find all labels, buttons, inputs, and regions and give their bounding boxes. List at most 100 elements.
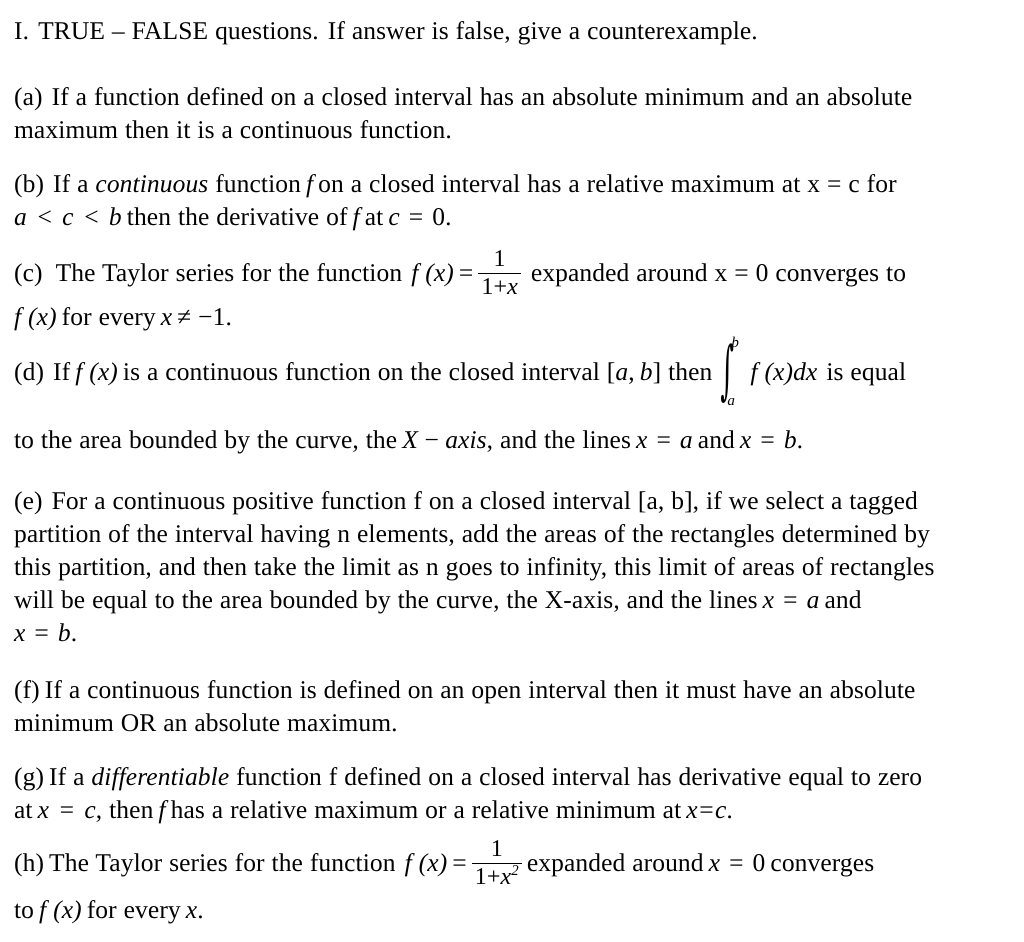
item-b-line2-mid: then the derivative of [126,202,348,231]
item-d-var-a: a [679,425,693,454]
item-b-function-symbol: f [305,169,314,198]
item-h-period: . [197,895,204,924]
item-d-equals-2: = [760,425,775,454]
item-e-equals-2: = [34,618,49,647]
item-c-line2-mid: for every [61,302,156,331]
item-h-var-x: x [708,847,721,877]
item-d-X: X [402,425,418,454]
item-g-x-equals-c: x=c [686,795,727,824]
item-g-period: . [726,795,733,824]
item-b-var-a: a [14,202,27,231]
integral-lower-limit: a [727,393,735,410]
item-d-if: If [53,357,71,386]
item-g-at: at [14,795,33,824]
item-e-var-a: a [806,585,820,614]
item-d-var-x-2: x [739,425,752,454]
item-f-line2: minimum OR an absolute maximum. [14,708,398,737]
fraction-one-over-one-plus-x-squared: 1 1+x2 [471,836,523,891]
item-e-var-b: b [57,618,71,647]
item-g-line2-mid: , then [95,795,154,824]
item-e-line4-pre: will be equal to the area bounded by the… [14,585,758,614]
item-e-var-x-1: x [762,585,775,614]
fraction-one-over-one-plus-x: 1 1+x [477,246,522,301]
item-c-fx-2: f (x) [14,302,57,331]
item-c-fx: f (x) [411,257,454,287]
item-d-fx: f (x) [75,357,118,386]
item-h-line2-mid: for every [86,895,181,924]
item-d-line2-pre: to the area bounded by the curve, the [14,425,398,454]
item-h-line1-post: converges [770,847,875,877]
item-b-var-c-2: c [388,202,400,231]
question-item-h-line2: to f (x) for every x. [14,893,1010,926]
item-label-e: (e) [14,486,43,515]
item-h-fx: f (x) [404,847,448,877]
item-label-g: (g) [14,762,45,791]
item-d-then: ] then [652,357,713,386]
item-d-line1-post: is equal [826,357,907,386]
item-g-equals: = [58,795,76,824]
item-e-line3: this partition, and then take the limit … [14,552,935,581]
item-b-line1-pre: If a [53,169,89,198]
item-d-period: . [796,425,804,454]
item-h-line2-pre: to [14,895,35,924]
item-d-line1-mid: is a continuous function on the closed i… [122,357,616,386]
item-h-var-x-2: x [185,895,198,924]
exponent-two: 2 [511,863,519,880]
question-item-c-line2: f (x) for every x ≠ −1. [14,300,1010,333]
item-e-line2: partition of the interval having n eleme… [14,519,930,548]
item-d-minus: − [422,425,441,454]
item-label-d: (d) [14,357,45,386]
item-b-equals: = [408,202,424,231]
question-item-c-line1: (c) The Taylor series for the function f (… [14,246,1010,302]
item-h-equals: = [452,847,467,877]
fraction-denominator: 1+x2 [474,863,519,891]
item-g-line1-post: function f defined on a closed interval … [236,762,923,791]
item-e-and: and [824,585,862,614]
item-d-equals-1: = [656,425,671,454]
item-b-lt-1: < [35,202,54,231]
item-d-line2-mid: , and the lines [486,425,632,454]
item-c-not-equal-minus-one: ≠ −1. [177,302,232,331]
item-g-line1-pre: If a [49,762,85,791]
heading-numeral: I. [14,16,30,45]
item-b-emphasis: continuous [95,169,209,198]
item-d-comma: , [628,357,635,386]
item-g-var-c: c [84,795,96,824]
question-item-a: (a) If a function defined on a closed int… [14,80,1010,146]
fraction-denominator: 1+x [481,274,518,301]
heading-text-continued: If answer is false, give a counterexampl… [327,16,758,45]
question-item-f: (f) If a continuous function is defined o… [14,673,1010,739]
item-g-function-symbol: f [158,795,166,824]
integrand: f (x)dx [750,357,818,386]
question-item-h-line1: (h) The Taylor series for the function f (… [14,836,1010,892]
item-e-var-x-2: x [14,618,26,647]
item-d-interval-b: b [639,357,653,386]
item-g-var-x: x [37,795,50,824]
item-h-line1-mid: expanded around [526,847,704,877]
item-c-line1-pre: The Taylor series for the function [55,257,403,287]
item-a-line2: maximum then it is a continuous function… [14,115,452,144]
item-label-h: (h) [14,847,45,877]
item-h-line1-pre: The Taylor series for the function [49,847,396,877]
item-c-line1-post: expanded around x = 0 converges to [530,257,907,287]
item-f-line1: If a continuous function is defined on a… [44,675,916,704]
fraction-numerator: 1 [493,246,506,272]
item-b-lt-2: < [82,202,100,231]
question-item-e: (e) For a continuous positive function f … [14,484,1010,649]
item-b-function-symbol-2: f [352,202,360,231]
item-h-fx-2: f (x) [39,895,82,924]
heading-text: TRUE – FALSE questions. [38,16,319,45]
question-item-b: (b) If a continuous function f on a closed … [14,167,1010,233]
item-h-equals-2: = [729,847,744,877]
item-b-var-c: c [62,202,74,231]
section-heading: I. TRUE – FALSE questions. If answer is fa… [14,14,1010,47]
item-c-equals: = [458,257,474,287]
item-d-var-x-1: x [636,425,648,454]
item-e-line1: For a continuous positive function f on … [51,486,918,515]
fraction-numerator: 1 [490,836,503,862]
item-d-interval-a: a [615,357,629,386]
item-label-f: (f) [14,675,40,704]
item-label-a: (a) [14,82,43,111]
item-a-line1: If a function defined on a closed interv… [51,82,913,111]
question-item-g: (g) If a differentiable function f define… [14,760,1010,826]
